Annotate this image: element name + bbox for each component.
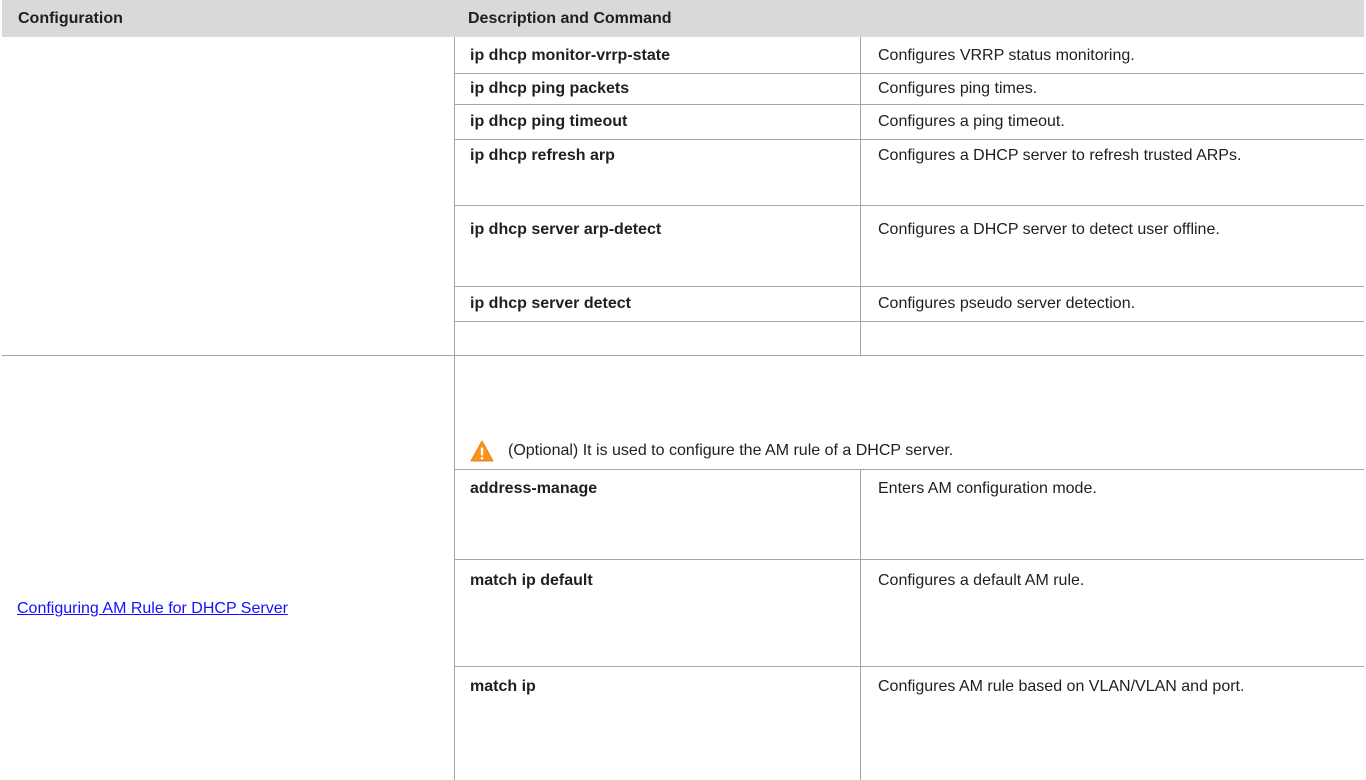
description-cell: Configures ping times. [878, 80, 1038, 97]
column-divider [454, 37, 455, 780]
header-configuration: Configuration [18, 10, 123, 27]
command-match-ip-default: match ip default [470, 572, 593, 589]
row-divider [454, 205, 1364, 206]
description-cell: Configures a ping timeout. [878, 113, 1065, 130]
configuration-table: Configuration Description and Command ip… [2, 0, 1364, 780]
configuring-am-rule-link[interactable]: Configuring AM Rule for DHCP Server [17, 600, 288, 618]
command-ip-dhcp-monitor-vrrp-state: ip dhcp monitor-vrrp-state [470, 47, 671, 64]
row-divider [454, 286, 1364, 287]
optional-note: (Optional) It is used to configure the A… [470, 433, 953, 469]
command-match-ip: match ip [470, 678, 536, 695]
table-header: Configuration Description and Command [2, 0, 1364, 37]
command-ip-dhcp-ping-timeout: ip dhcp ping timeout [470, 113, 628, 130]
row-divider [454, 559, 1364, 560]
description-cell: Configures a DHCP server to refresh trus… [878, 147, 1242, 164]
document-page: Configuration Description and Command ip… [0, 0, 1366, 780]
row-divider [454, 666, 1364, 667]
description-cell: Configures pseudo server detection. [878, 295, 1136, 312]
description-cell: Configures a DHCP server to detect user … [878, 221, 1220, 238]
command-ip-dhcp-ping-packets: ip dhcp ping packets [470, 80, 630, 97]
note-text: (Optional) It is used to configure the A… [508, 442, 954, 459]
description-cell: Configures a default AM rule. [878, 572, 1085, 589]
command-address-manage: address-manage [470, 480, 598, 497]
column-divider [860, 37, 861, 355]
section-divider [2, 355, 1364, 356]
description-cell: Enters AM configuration mode. [878, 480, 1097, 497]
command-ip-dhcp-refresh-arp: ip dhcp refresh arp [470, 147, 615, 164]
column-divider [860, 469, 861, 780]
command-ip-dhcp-server-detect: ip dhcp server detect [470, 295, 631, 312]
row-divider [454, 321, 1364, 322]
row-divider [454, 469, 1364, 470]
row-divider [454, 139, 1364, 140]
header-description-and-command: Description and Command [468, 10, 672, 27]
description-cell: Configures VRRP status monitoring. [878, 47, 1135, 64]
description-cell: Configures AM rule based on VLAN/VLAN an… [878, 678, 1245, 695]
command-ip-dhcp-server-arp-detect: ip dhcp server arp-detect [470, 221, 662, 238]
row-divider [454, 104, 1364, 105]
warning-triangle-icon [470, 440, 494, 462]
